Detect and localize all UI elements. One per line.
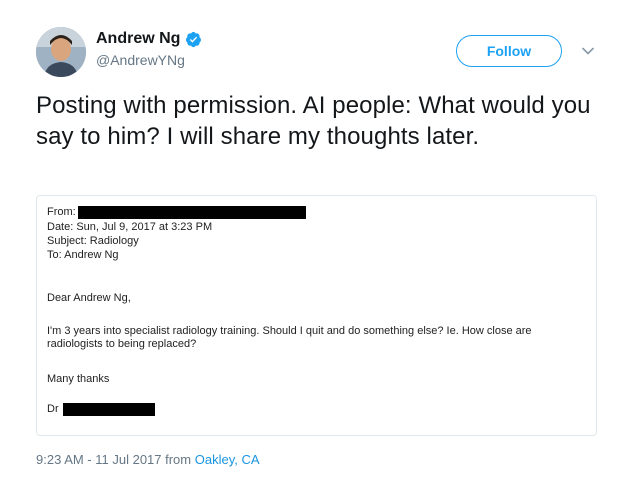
email-from-label: From:: [47, 206, 76, 218]
email-signature-prefix: Dr: [47, 403, 59, 415]
tweet-media-email-screenshot[interactable]: From: Date: Sun, Jul 9, 2017 at 3:23 PM …: [36, 195, 597, 436]
follow-button[interactable]: Follow: [456, 35, 562, 67]
avatar-image: [36, 27, 86, 77]
email-to-line: To: Andrew Ng: [47, 249, 119, 261]
email-from-line: From:: [47, 206, 306, 219]
author-info: Andrew Ng @AndrewYNg: [96, 30, 202, 68]
email-date-line: Date: Sun, Jul 9, 2017 at 3:23 PM: [47, 221, 213, 233]
email-signature: Dr: [47, 403, 155, 416]
verified-badge-icon: [185, 31, 202, 48]
handle[interactable]: @AndrewYNg: [96, 52, 202, 68]
email-closing: Many thanks: [47, 373, 110, 385]
location-link[interactable]: Oakley, CA: [195, 452, 260, 467]
chevron-down-icon[interactable]: [578, 41, 598, 61]
email-body: I'm 3 years into specialist radiology tr…: [47, 325, 532, 350]
display-name[interactable]: Andrew Ng: [96, 30, 180, 48]
tweet-text: Posting with permission. AI people: What…: [36, 92, 591, 150]
timestamp[interactable]: 9:23 AM - 11 Jul 2017 from: [36, 452, 195, 467]
redaction-bar: [62, 403, 155, 416]
tweet-metadata: 9:23 AM - 11 Jul 2017 from Oakley, CA: [36, 452, 260, 467]
email-subject-line: Subject: Radiology: [47, 235, 139, 247]
redaction-bar: [77, 206, 306, 219]
email-greeting: Dear Andrew Ng,: [47, 292, 131, 304]
avatar[interactable]: [36, 27, 86, 77]
